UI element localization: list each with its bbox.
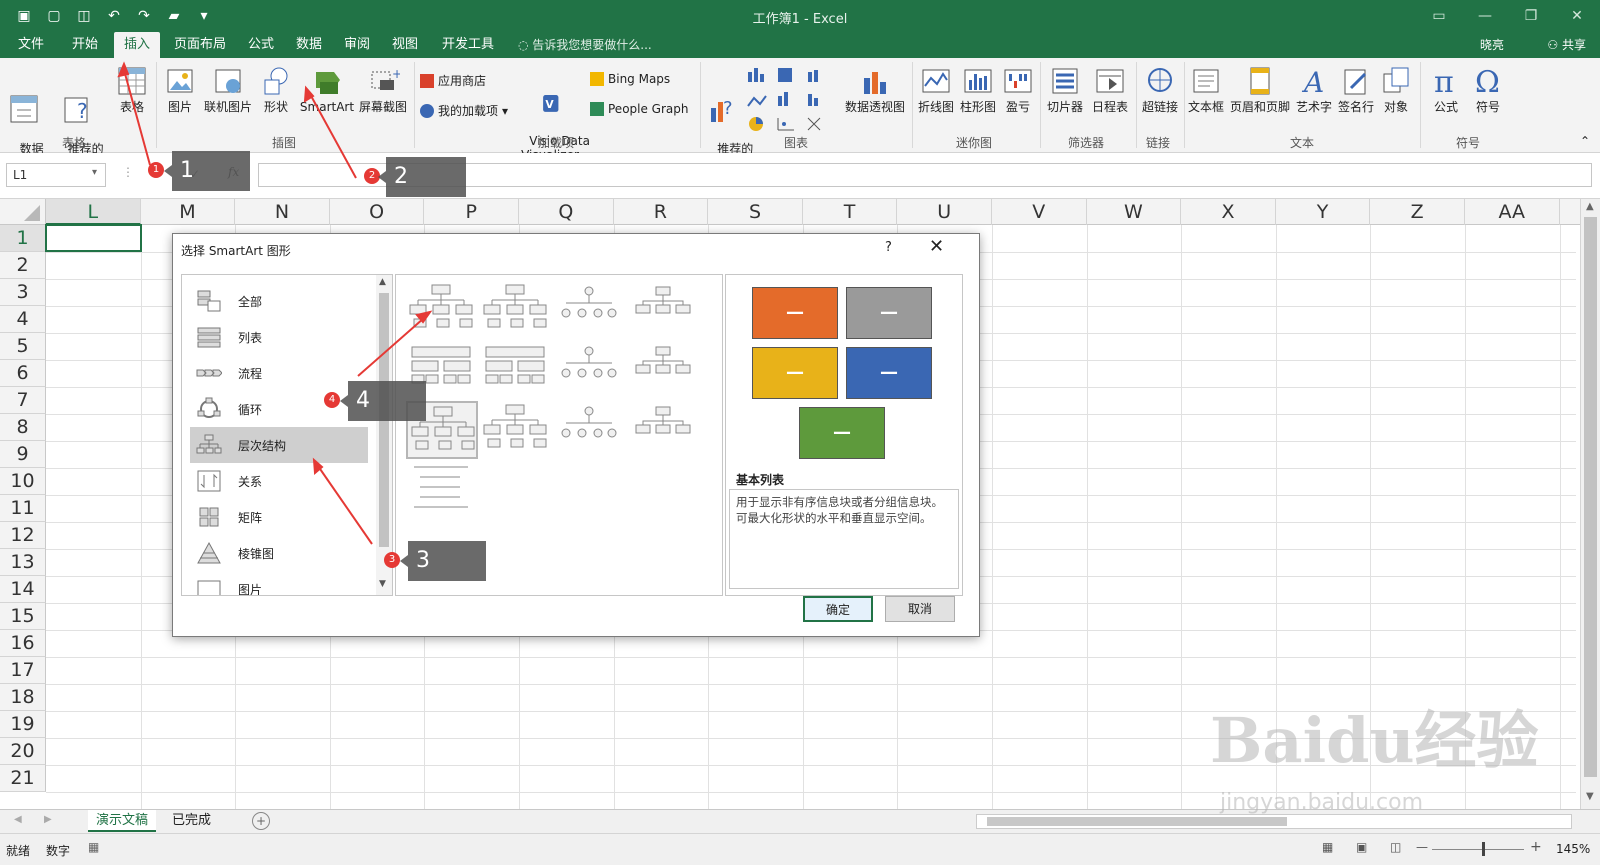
sheet-tab[interactable]: 演示文稿 xyxy=(88,810,157,832)
callout-badge: 1 xyxy=(148,162,164,178)
callout-box: 3 xyxy=(400,541,486,581)
horizontal-scrollbar[interactable] xyxy=(976,814,1572,829)
callout-number: 3 xyxy=(416,548,430,573)
status-bar: 就绪 数字 ▦ ▦ ▣ ◫ — + 145% xyxy=(0,833,1600,865)
baidu-watermark: Baidu经验 xyxy=(1210,704,1539,777)
next-sheet-icon[interactable]: ▶ xyxy=(44,814,52,825)
zoom-in-icon[interactable]: + xyxy=(1530,839,1542,855)
status-numbers: 数字 xyxy=(46,844,71,858)
callout-number: 4 xyxy=(356,388,370,413)
callout-number: 1 xyxy=(180,158,194,183)
callout-badge: 4 xyxy=(324,392,340,408)
callout-badge: 3 xyxy=(384,552,400,568)
zoom-level[interactable]: 145% xyxy=(1556,842,1590,856)
hscroll-thumb[interactable] xyxy=(987,817,1287,826)
baidu-watermark-url: jingyan.baidu.com xyxy=(1220,790,1424,815)
callout-box: 4 xyxy=(340,381,426,421)
page-layout-view-icon[interactable]: ▣ xyxy=(1356,840,1367,854)
prev-sheet-icon[interactable]: ◀ xyxy=(14,814,22,825)
status-ready: 就绪 xyxy=(6,844,31,858)
callout-box: 1 xyxy=(164,151,250,191)
page-break-view-icon[interactable]: ◫ xyxy=(1390,840,1401,854)
macro-record-icon[interactable]: ▦ xyxy=(88,840,99,854)
callout-number: 2 xyxy=(394,164,408,189)
zoom-out-icon[interactable]: — xyxy=(1416,840,1428,854)
add-sheet-icon[interactable]: + xyxy=(252,812,270,830)
zoom-slider-thumb[interactable] xyxy=(1481,842,1485,856)
callout-box: 2 xyxy=(378,157,466,197)
sheet-tab[interactable]: 已完成 xyxy=(164,810,219,832)
zoom-slider[interactable] xyxy=(1432,849,1524,850)
normal-view-icon[interactable]: ▦ xyxy=(1322,840,1333,854)
